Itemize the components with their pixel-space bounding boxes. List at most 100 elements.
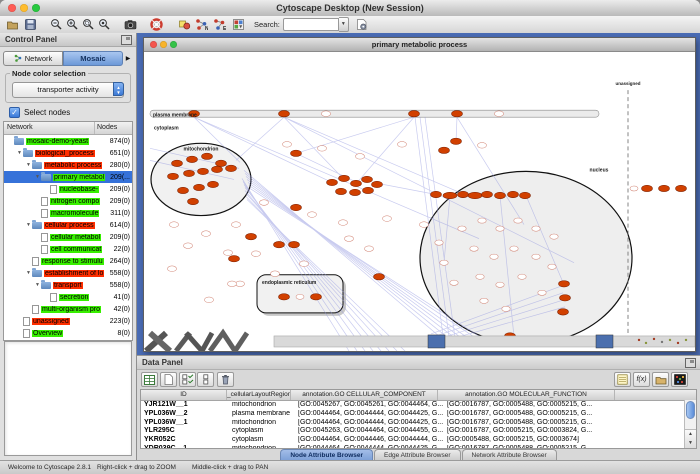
snapshot-icon[interactable]	[124, 18, 137, 31]
birdseye-view[interactable]	[4, 341, 132, 456]
tab-network-label: Network	[25, 54, 53, 63]
status-welcome: Welcome to Cytoscape 2.8.1	[8, 464, 91, 471]
endoplasmic-reticulum-label: endoplasmic reticulum	[262, 280, 317, 286]
table-row[interactable]: YJR121W__1mitochondrion[GO:0045267, GO:0…	[141, 401, 696, 410]
control-panel-tabs: Network Mosaic ▶	[0, 47, 136, 69]
expander-icon[interactable]: ▼	[25, 222, 32, 228]
expander-icon[interactable]: ▼	[16, 150, 23, 156]
vizmapper-icon[interactable]	[232, 18, 245, 31]
tree-col-nodes[interactable]: Nodes	[95, 122, 132, 134]
table-row[interactable]: YPL036W__1mitochondrion[GO:0044464, GO:0…	[141, 419, 696, 428]
nucleus-label: nucleus	[590, 167, 609, 173]
col-header-id[interactable]: ID	[141, 390, 227, 400]
file-icon	[50, 185, 57, 194]
file-icon	[32, 257, 39, 266]
file-icon	[41, 233, 48, 242]
attribute-matrix-icon[interactable]	[671, 372, 688, 387]
window-titlebar: Cytoscape Desktop (New Session)	[0, 0, 700, 17]
network-canvas[interactable]: plasma membrane cytoplasm mitochondrion …	[144, 52, 695, 351]
annotation-icon[interactable]	[178, 18, 191, 31]
tab-network[interactable]: Network	[3, 51, 63, 66]
tab-overflow-arrow[interactable]: ▶	[123, 55, 133, 62]
zoom-fit-icon[interactable]	[98, 18, 111, 31]
table-row[interactable]: YPL036W__2plasma membrane[GO:0044464, GO…	[141, 410, 696, 419]
tree-row-selected[interactable]: ▼primary metabol209(...	[4, 171, 132, 183]
file-icon	[23, 317, 30, 326]
tree-row[interactable]: ▼cellular process614(0)	[4, 219, 132, 231]
unselect-attributes-icon[interactable]	[197, 372, 214, 387]
status-bar: Welcome to Cytoscape 2.8.1 Right-click +…	[0, 460, 700, 474]
float-data-panel-icon[interactable]	[685, 358, 696, 368]
scrollbar-arrows[interactable]: ▲▼	[685, 429, 696, 448]
network-view-icon-1[interactable]: N	[195, 18, 208, 31]
attribute-table-icon[interactable]	[141, 372, 158, 387]
tree-col-network[interactable]: Network	[4, 122, 95, 134]
tree-row[interactable]: cell communicat22(0)	[4, 243, 132, 255]
zoom-selected-icon[interactable]	[82, 18, 95, 31]
select-attributes-icon[interactable]	[179, 372, 196, 387]
tree-row[interactable]: multi-organism pro42(0)	[4, 303, 132, 315]
page-gear-icon[interactable]	[355, 18, 368, 31]
tree-row[interactable]: ▼establishment of lo558(0)	[4, 267, 132, 279]
node-color-combobox[interactable]: transporter activity ▲▼	[12, 82, 124, 98]
tree-row[interactable]: secretion41(0)	[4, 291, 132, 303]
combobox-stepper-icon[interactable]: ▲▼	[113, 82, 124, 96]
tree-row[interactable]: ▼biological_process651(0)	[4, 147, 132, 159]
svg-text:E: E	[223, 26, 226, 31]
tree-row[interactable]: unassigned223(0)	[4, 315, 132, 327]
zoom-out-icon[interactable]	[50, 18, 63, 31]
tree-row[interactable]: mosaic-demo-yeast874(0)	[4, 135, 132, 147]
search-dropdown-button[interactable]: ▼	[339, 17, 349, 32]
network-frame-titlebar[interactable]: primary metabolic process	[144, 38, 695, 52]
search-input[interactable]	[283, 18, 339, 31]
table-row[interactable]: YKR052Ccytoplasm[GO:0044464, GO:0044446,…	[141, 436, 696, 445]
notepad-icon[interactable]	[614, 372, 631, 387]
expander-icon[interactable]: ▼	[25, 162, 32, 168]
status-zoom-hint: Right-click + drag to ZOOM	[97, 464, 176, 471]
file-icon	[41, 209, 48, 218]
scrollbar-thumb[interactable]	[686, 401, 695, 419]
network-view-icon-2[interactable]: E	[213, 18, 226, 31]
import-attributes-icon[interactable]	[652, 372, 669, 387]
file-icon	[41, 197, 48, 206]
tree-row[interactable]: nucleobase-209(0)	[4, 183, 132, 195]
node-color-selection-group: Node color selection transporter activit…	[5, 73, 131, 103]
col-header-molecular-function[interactable]: annotation.GO MOLECULAR_FUNCTION	[438, 390, 615, 400]
search-label: Search:	[254, 20, 280, 29]
network-tree: Network Nodes mosaic-demo-yeast874(0) ▼b…	[3, 121, 133, 341]
table-row[interactable]: YLR295Ccytoplasm[GO:0045263, GO:0044464,…	[141, 427, 696, 436]
tab-mosaic[interactable]: Mosaic	[63, 51, 123, 66]
plasma-membrane-label: plasma membrane	[153, 113, 197, 119]
tree-row[interactable]: nitrogen compo209(0)	[4, 195, 132, 207]
network-view-frame: primary metabolic process	[143, 37, 696, 352]
zoom-in-icon[interactable]	[66, 18, 79, 31]
select-nodes-checkbox[interactable]: ✓	[9, 107, 20, 118]
expander-icon[interactable]: ▼	[34, 174, 41, 180]
tree-row[interactable]: macromolecule311(0)	[4, 207, 132, 219]
tree-row[interactable]: cellular metabol209(0)	[4, 231, 132, 243]
expander-icon[interactable]: ▼	[34, 282, 41, 288]
new-attribute-icon[interactable]	[160, 372, 177, 387]
data-panel: Data Panel f(x) ID _cellularLayoutRegion…	[137, 355, 700, 461]
help-icon[interactable]	[150, 18, 163, 31]
formula-builder-icon[interactable]: f(x)	[633, 372, 650, 387]
tree-row[interactable]: response to stimulu264(0)	[4, 255, 132, 267]
file-icon	[50, 293, 57, 302]
open-session-icon[interactable]	[6, 18, 19, 31]
select-nodes-row: ✓ Select nodes	[9, 107, 70, 118]
expander-icon[interactable]: ▼	[25, 270, 32, 276]
tree-row[interactable]: ▼transport558(0)	[4, 279, 132, 291]
node-color-selection-label: Node color selection	[10, 69, 88, 78]
col-header-region[interactable]: _cellularLayoutRegion	[227, 390, 291, 400]
status-pan-hint: Middle-click + drag to PAN	[192, 464, 268, 471]
delete-attribute-icon[interactable]	[217, 372, 234, 387]
tree-row[interactable]: ▼metabolic process280(0)	[4, 159, 132, 171]
data-panel-title: Data Panel	[142, 358, 183, 367]
float-panel-icon[interactable]	[121, 35, 132, 45]
col-header-cellular-component[interactable]: annotation.GO CELLULAR_COMPONENT	[291, 390, 438, 400]
table-scrollbar[interactable]: ▲▼	[684, 400, 696, 448]
window-title: Cytoscape Desktop (New Session)	[0, 0, 700, 16]
save-session-icon[interactable]	[24, 18, 37, 31]
tree-row[interactable]: Overview8(0)	[4, 327, 132, 339]
attribute-table: ID _cellularLayoutRegion annotation.GO C…	[140, 389, 697, 449]
